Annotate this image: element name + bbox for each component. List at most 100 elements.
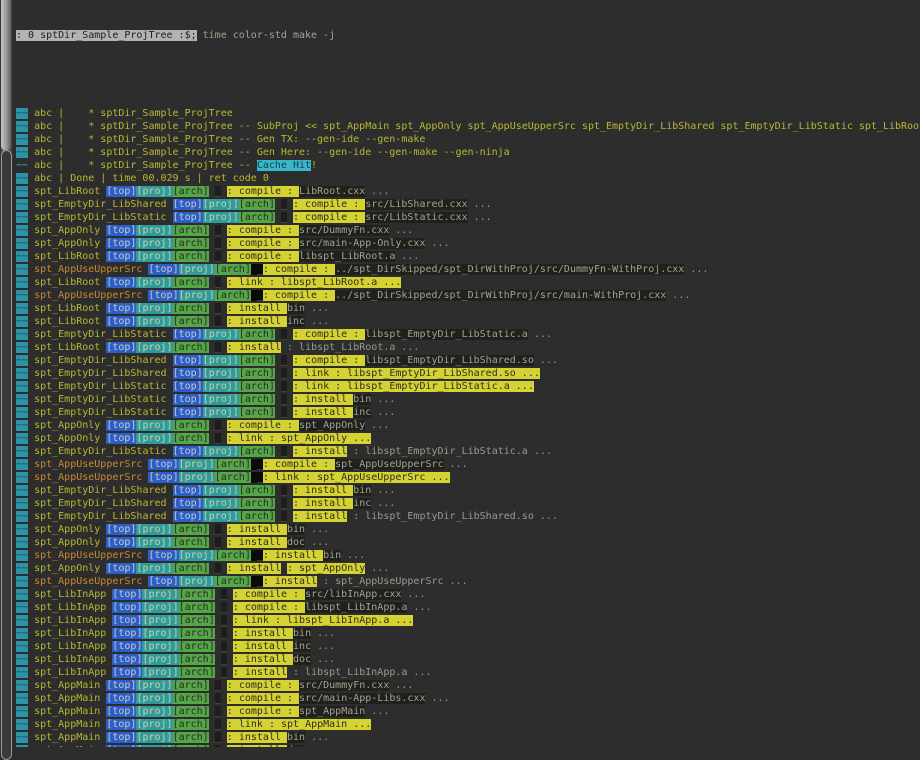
action-label: : compile : — [263, 290, 335, 301]
tag-top: [top] — [148, 264, 178, 275]
spacer — [209, 225, 215, 236]
terminal-line: ~~ spt_EmptyDir_LibStatic [top][proj][ar… — [16, 211, 920, 224]
tag-arch: [arch] — [215, 459, 251, 470]
spacer — [167, 212, 173, 223]
project-name: spt_EmptyDir_LibShared — [34, 355, 166, 366]
tag-proj: [proj] — [179, 459, 215, 470]
target-name: : spt_AppOnly — [287, 563, 365, 574]
tilde-marker: ~~ — [16, 407, 28, 418]
ellipsis: ... — [305, 732, 329, 743]
ellipsis: ... — [401, 589, 425, 600]
typed-command: time color-std make -j — [197, 30, 335, 41]
target-name: spt_AppMain — [299, 706, 365, 717]
spacer — [209, 693, 215, 704]
tag-top: [top] — [148, 459, 178, 470]
target-name: : spt_AppUseUpperSrc ... — [317, 576, 468, 587]
log-text: abc | Done | time 00.029 s | ret code 0 — [28, 173, 269, 184]
project-name: spt_AppUseUpperSrc — [34, 576, 142, 587]
tag-arch: [arch] — [239, 407, 275, 418]
tag-proj: [proj] — [179, 550, 215, 561]
terminal-screen[interactable]: : 0 sptDir_Sample_ProjTree :$; time colo… — [16, 3, 920, 747]
scrollbar[interactable] — [0, 0, 13, 747]
target-name: LibRoot.cxx — [299, 186, 365, 197]
project-name: spt_EmptyDir_LibStatic — [34, 394, 166, 405]
tilde-marker: ~~ — [16, 732, 28, 743]
tag-top: [top] — [106, 706, 136, 717]
tag-proj: [proj] — [136, 719, 172, 730]
project-name: spt_LibInApp — [34, 641, 106, 652]
tag-arch: [arch] — [173, 433, 209, 444]
project-name: spt_LibInApp — [34, 667, 106, 678]
tag-top: [top] — [173, 329, 203, 340]
ellipsis: ... — [407, 602, 431, 613]
terminal-output: ~~ abc | * sptDir_Sample_ProjTree~~ abc … — [16, 107, 920, 747]
project-name: spt_EmptyDir_LibShared — [34, 368, 166, 379]
tag-arch: [arch] — [239, 498, 275, 509]
tag-top: [top] — [173, 511, 203, 522]
tag-top: [top] — [106, 251, 136, 262]
spacer — [221, 303, 227, 314]
terminal-line: ~~ spt_AppOnly [top][proj][arch] _ : com… — [16, 419, 920, 432]
tilde-marker: ~~ — [16, 212, 28, 223]
terminal-line: ~~ spt_EmptyDir_LibShared [top][proj][ar… — [16, 510, 920, 523]
scrollbar-thumb[interactable] — [1, 0, 11, 150]
project-name: spt_LibRoot — [34, 251, 100, 262]
target-name: doc — [287, 537, 305, 548]
spacer — [221, 433, 227, 444]
tilde-marker: ~~ — [16, 589, 28, 600]
tag-proj: [proj] — [203, 329, 239, 340]
tag-arch: [arch] — [173, 706, 209, 717]
spacer — [209, 706, 215, 717]
spacer — [227, 602, 233, 613]
action-label: : install — [293, 511, 347, 522]
action-label: : compile : — [227, 420, 299, 431]
terminal-line: ~~ abc | * sptDir_Sample_ProjTree -- Sub… — [16, 120, 920, 133]
terminal-line: ~~ abc | Done | time 00.029 s | ret code… — [16, 172, 920, 185]
spacer — [209, 303, 215, 314]
log-text: abc | * sptDir_Sample_ProjTree -- SubPro… — [28, 121, 920, 132]
spacer — [167, 446, 173, 457]
tilde-marker: ~~ — [16, 628, 28, 639]
terminal-line: ~~ abc | * sptDir_Sample_ProjTree — [16, 107, 920, 120]
terminal-line: ~~ spt_AppUseUpperSrc [top][proj][arch] … — [16, 549, 920, 562]
ellipsis: ... — [528, 329, 552, 340]
target-name: ../spt_DirSkipped/spt_DirWithProj/src/Du… — [335, 264, 684, 275]
terminal-line: ~~ spt_EmptyDir_LibShared [top][proj][ar… — [16, 367, 920, 380]
spacer — [227, 628, 233, 639]
tilde-marker: ~~ — [16, 641, 28, 652]
tag-proj: [proj] — [136, 277, 172, 288]
project-name: spt_LibInApp — [34, 602, 106, 613]
terminal-line: ~~ abc | * sptDir_Sample_ProjTree -- Cac… — [16, 159, 920, 172]
tag-proj: [proj] — [203, 368, 239, 379]
target-name: inc — [293, 641, 311, 652]
tag-proj: [proj] — [136, 693, 172, 704]
tag-proj: [proj] — [136, 563, 172, 574]
ellipsis: ... — [305, 303, 329, 314]
spacer — [221, 693, 227, 704]
target-name: bin — [353, 394, 371, 405]
spacer — [215, 602, 221, 613]
terminal-line: ~~ spt_AppUseUpperSrc [top][proj][arch] … — [16, 575, 920, 588]
tag-proj: [proj] — [142, 641, 178, 652]
tilde-marker: ~~ — [16, 693, 28, 704]
tilde-marker: ~~ — [16, 368, 28, 379]
tag-proj: [proj] — [203, 498, 239, 509]
spacer — [209, 316, 215, 327]
spacer — [215, 589, 221, 600]
project-name: spt_AppOnly — [34, 524, 100, 535]
scrollbar-trough[interactable] — [1, 150, 12, 760]
tag-arch: [arch] — [239, 368, 275, 379]
tag-arch: [arch] — [239, 485, 275, 496]
spacer — [221, 238, 227, 249]
tag-top: [top] — [106, 693, 136, 704]
ellipsis: ... — [425, 238, 449, 249]
target-name: bin — [287, 524, 305, 535]
terminal-line: ~~ spt_LibRoot [top][proj][arch] _ : ins… — [16, 315, 920, 328]
ellipsis: ... — [305, 524, 329, 535]
tilde-marker: ~~ — [16, 134, 28, 145]
tag-proj: [proj] — [136, 420, 172, 431]
target-name: inc — [287, 316, 305, 327]
tag-top: [top] — [106, 680, 136, 691]
ellipsis: ... — [468, 199, 492, 210]
tag-proj: [proj] — [203, 394, 239, 405]
